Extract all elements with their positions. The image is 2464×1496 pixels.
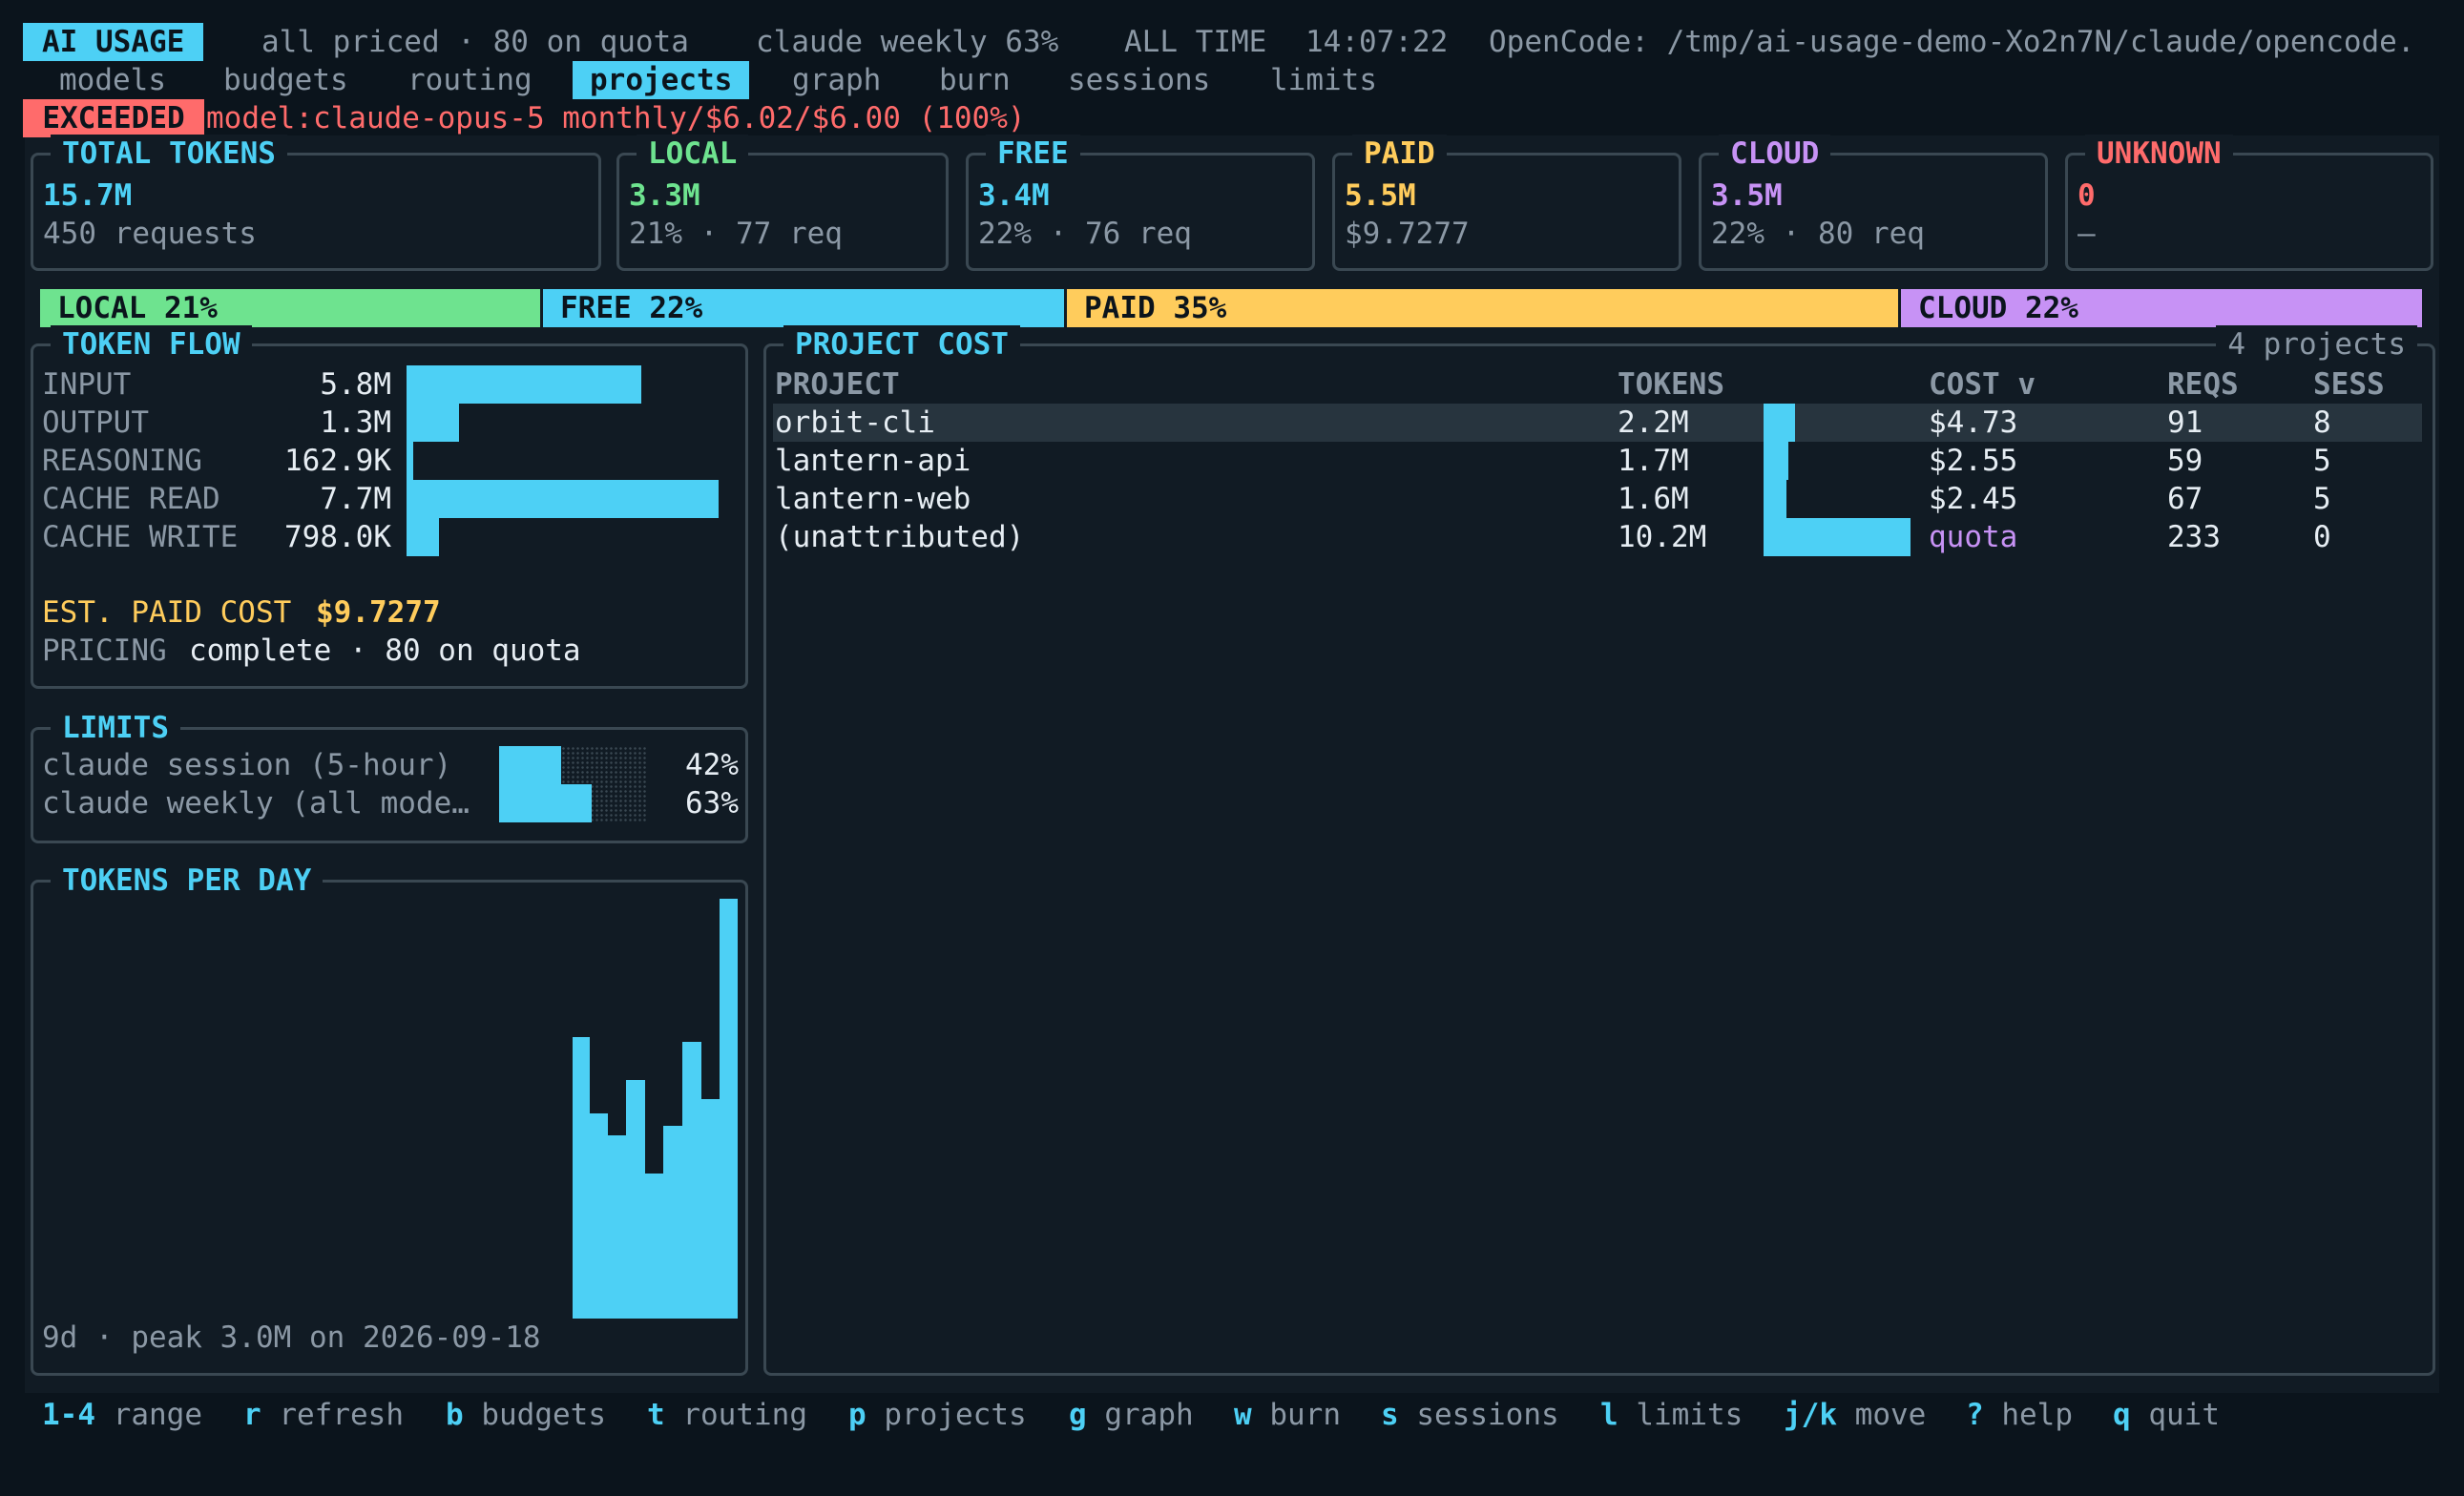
project-tokens: 1.6M [1618,482,1689,516]
panel-title: PROJECT COST [783,325,1020,364]
tokens-per-day-area [573,899,738,1319]
project-tokens-bar [1764,442,1788,480]
project-tokens: 1.7M [1618,444,1689,478]
column-header-sess[interactable]: SESS [2313,365,2385,404]
project-name[interactable]: orbit-cli [775,404,935,442]
project-cost: $2.55 [1929,444,2018,478]
project-sess: 0 [2313,520,2331,554]
project-reqs: 67 [2167,482,2203,516]
project-name[interactable]: (unattributed) [775,518,1024,556]
project-cost: $4.73 [1929,405,2018,440]
project-tokens: 10.2M [1618,520,1707,554]
project-reqs: 59 [2167,444,2203,478]
project-sess: 8 [2313,405,2331,440]
project-name[interactable]: lantern-web [775,480,971,518]
key-hint-projects[interactable]: p projects [848,1396,1027,1434]
project-sess: 5 [2313,482,2331,516]
key-hint-help[interactable]: ? help [1966,1396,2073,1434]
project-name[interactable]: lantern-api [775,442,971,480]
key-hint-graph[interactable]: g graph [1069,1396,1194,1434]
key-hint-burn[interactable]: w burn [1234,1396,1341,1434]
column-header-reqs[interactable]: REQS [2167,365,2239,404]
project-tokens-bar [1764,518,1911,556]
project-sess: 5 [2313,444,2331,478]
tokens-per-day-footer: 9d · peak 3.0M on 2026-09-18 [42,1320,541,1355]
key-hint-range[interactable]: 1-4 range [42,1396,202,1434]
column-header-cost[interactable]: COST v [1929,365,2036,404]
key-hint-sessions[interactable]: s sessions [1381,1396,1559,1434]
project-reqs: 91 [2167,405,2203,440]
project-cost: quota [1929,520,2018,554]
key-hint-refresh[interactable]: r refresh [243,1396,404,1434]
project-count: 4 projects [2216,325,2417,364]
project-tokens-bar [1764,404,1795,442]
column-header-project[interactable]: PROJECT [775,365,900,404]
key-hint-budgets[interactable]: b budgets [446,1396,606,1434]
project-tokens: 2.2M [1618,405,1689,440]
key-hint-move[interactable]: j/k move [1784,1396,1926,1434]
key-hint-limits[interactable]: l limits [1600,1396,1743,1434]
project-reqs: 233 [2167,520,2221,554]
column-header-tokens[interactable]: TOKENS [1618,365,1724,404]
project-cost: $2.45 [1929,482,2018,516]
key-hint-routing[interactable]: t routing [647,1396,807,1434]
project-tokens-bar [1764,480,1786,518]
key-hint-quit[interactable]: q quit [2113,1396,2220,1434]
